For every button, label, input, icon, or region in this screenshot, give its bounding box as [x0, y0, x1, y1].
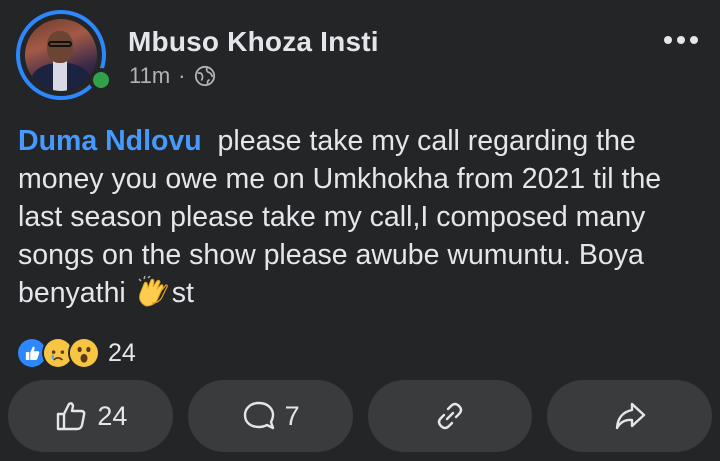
share-icon — [615, 402, 645, 430]
post-header: Mbuso Khoza Insti 11m · — [0, 0, 720, 110]
post-time[interactable]: 11m — [129, 63, 170, 89]
post-text: Duma Ndlovu please take my call regardin… — [18, 122, 708, 312]
action-bar: 24 7 — [8, 380, 712, 452]
like-button[interactable]: 24 — [8, 380, 173, 452]
link-icon — [437, 402, 463, 430]
more-options-button[interactable] — [664, 28, 704, 52]
post-meta: 11m · — [129, 63, 216, 89]
post-body-tail: st — [171, 277, 194, 309]
clapping-hands-emoji-icon — [138, 276, 168, 307]
thumbs-up-icon — [57, 402, 86, 431]
comment-count: 7 — [284, 400, 300, 431]
online-status-dot — [89, 68, 113, 92]
wow-icon — [68, 337, 100, 369]
profile-photo — [25, 19, 97, 91]
comment-icon — [243, 401, 274, 430]
reactions-summary[interactable]: 24 — [16, 336, 136, 370]
copy-link-button[interactable] — [367, 380, 533, 452]
share-button[interactable] — [547, 380, 712, 452]
author-name[interactable]: Mbuso Khoza Insti — [128, 26, 379, 58]
comment-button[interactable]: 7 — [187, 380, 353, 452]
globe-icon — [194, 65, 215, 87]
meta-separator: · — [178, 63, 186, 88]
mention-link[interactable]: Duma Ndlovu — [18, 125, 202, 157]
reaction-count: 24 — [108, 338, 136, 367]
like-count: 24 — [97, 400, 128, 431]
